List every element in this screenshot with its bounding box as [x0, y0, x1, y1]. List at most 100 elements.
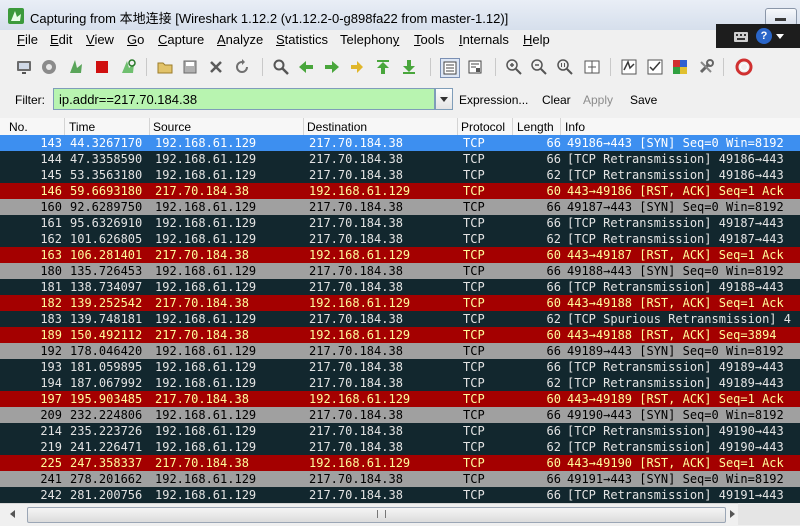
auto-scroll-icon[interactable]: [466, 58, 484, 76]
column-divider[interactable]: [303, 118, 304, 135]
packet-row[interactable]: 162 101.626805 192.168.61.129 217.70.184.38…: [0, 231, 800, 247]
menu-view[interactable]: View: [86, 32, 114, 47]
packet-row[interactable]: 189 150.492112 217.70.184.38 192.168.61.129…: [0, 327, 800, 343]
horizontal-scrollbar[interactable]: [0, 503, 800, 526]
go-forward-icon[interactable]: [323, 58, 341, 76]
zoom-out-icon[interactable]: [530, 58, 548, 76]
packet-row[interactable]: 197 195.903485 217.70.184.38 192.168.61.129…: [0, 391, 800, 407]
column-divider[interactable]: [64, 118, 65, 135]
open-file-icon[interactable]: [156, 58, 174, 76]
menu-go[interactable]: Go: [127, 32, 144, 47]
cell-info: 443→49190 [RST, ACK] Seq=1 Ack: [567, 456, 784, 470]
cell-time: 181.059895: [70, 360, 143, 374]
packet-row[interactable]: 193 181.059895 192.168.61.129 217.70.184.38…: [0, 359, 800, 375]
column-divider[interactable]: [149, 118, 150, 135]
menu-capture[interactable]: Capture: [158, 32, 204, 47]
packet-row[interactable]: 225 247.358337 217.70.184.38 192.168.61.129…: [0, 455, 800, 471]
cell-info: [TCP Retransmission] 49187→443: [567, 232, 784, 246]
menu-telephony[interactable]: Telephony: [340, 32, 399, 47]
packet-row[interactable]: 183 139.748181 192.168.61.129 217.70.184.38…: [0, 311, 800, 327]
expression-button[interactable]: Expression...: [459, 93, 528, 107]
normal-size-icon[interactable]: [556, 58, 574, 76]
tray-dropdown-icon[interactable]: [776, 34, 784, 39]
cell-destination: 217.70.184.38: [309, 216, 403, 230]
column-header-length[interactable]: Length: [517, 120, 554, 134]
colorize-icon[interactable]: [440, 58, 460, 78]
cell-destination: 217.70.184.38: [309, 488, 403, 502]
preferences-icon[interactable]: [697, 58, 715, 76]
menu-help[interactable]: Help: [523, 32, 550, 47]
packet-row[interactable]: 182 139.252542 217.70.184.38 192.168.61.129…: [0, 295, 800, 311]
toolbar-separator: [430, 58, 431, 76]
column-divider[interactable]: [457, 118, 458, 135]
column-header-destination[interactable]: Destination: [307, 120, 367, 134]
cell-info: [TCP Retransmission] 49191→443: [567, 488, 784, 502]
save-file-icon[interactable]: [181, 58, 199, 76]
find-packet-icon[interactable]: [272, 58, 290, 76]
packet-row[interactable]: 145 53.3563180 192.168.61.129 217.70.184.38…: [0, 167, 800, 183]
go-to-packet-icon[interactable]: [348, 58, 366, 76]
options-icon[interactable]: [40, 58, 58, 76]
cell-source: 192.168.61.129: [155, 216, 257, 230]
packet-row[interactable]: 214 235.223726 192.168.61.129 217.70.184.38…: [0, 423, 800, 439]
column-header-info[interactable]: Info: [565, 120, 585, 134]
column-header-no[interactable]: No.: [9, 120, 28, 134]
packet-row[interactable]: 143 44.3267170 192.168.61.129 217.70.184.38…: [0, 135, 800, 151]
filter-bar: Filter: ip.addr==217.70.184.38 Expressio…: [0, 82, 800, 118]
toolbar-separator: [146, 58, 147, 76]
packet-row[interactable]: 192 178.046420 192.168.61.129 217.70.184.38…: [0, 343, 800, 359]
go-back-icon[interactable]: [297, 58, 315, 76]
column-header-source[interactable]: Source: [153, 120, 191, 134]
scroll-left-icon[interactable]: [10, 510, 15, 518]
packet-row[interactable]: 241 278.201662 192.168.61.129 217.70.184.38…: [0, 471, 800, 487]
menu-tools[interactable]: Tools: [414, 32, 444, 47]
cell-no: 242: [40, 488, 62, 502]
packet-row[interactable]: 160 92.6289750 192.168.61.129 217.70.184.38…: [0, 199, 800, 215]
go-last-icon[interactable]: [400, 58, 418, 76]
display-filter-input[interactable]: ip.addr==217.70.184.38: [53, 88, 435, 110]
cell-time: 139.748181: [70, 312, 143, 326]
scroll-right-icon[interactable]: [730, 510, 735, 518]
help-tray-button[interactable]: ?: [756, 28, 772, 44]
packet-row[interactable]: 219 241.226471 192.168.61.129 217.70.184.38…: [0, 439, 800, 455]
column-divider[interactable]: [560, 118, 561, 135]
cell-info: 49186→443 [SYN] Seq=0 Win=8192: [567, 136, 784, 150]
packet-row[interactable]: 161 95.6326910 192.168.61.129 217.70.184.38…: [0, 215, 800, 231]
cell-info: [TCP Retransmission] 49186→443: [567, 152, 784, 166]
packet-row[interactable]: 144 47.3358590 192.168.61.129 217.70.184.38…: [0, 151, 800, 167]
save-filter-button[interactable]: Save: [630, 93, 657, 107]
packet-row[interactable]: 163 106.281401 217.70.184.38 192.168.61.129…: [0, 247, 800, 263]
apply-filter-button[interactable]: Apply: [583, 93, 613, 107]
capture-filters-icon[interactable]: [620, 58, 638, 76]
menu-statistics[interactable]: Statistics: [276, 32, 328, 47]
packet-row[interactable]: 194 187.067992 192.168.61.129 217.70.184.38…: [0, 375, 800, 391]
column-header-time[interactable]: Time: [69, 120, 95, 134]
packet-row[interactable]: 181 138.734097 192.168.61.129 217.70.184.38…: [0, 279, 800, 295]
resize-columns-icon[interactable]: [583, 58, 601, 76]
column-divider[interactable]: [512, 118, 513, 135]
restart-capture-icon[interactable]: [119, 58, 137, 76]
cell-protocol: TCP: [463, 424, 485, 438]
coloring-rules-icon[interactable]: [671, 58, 689, 76]
menu-edit[interactable]: Edit: [50, 32, 72, 47]
cell-no: 180: [40, 264, 62, 278]
packet-row[interactable]: 146 59.6693180 217.70.184.38 192.168.61.129…: [0, 183, 800, 199]
filter-history-dropdown[interactable]: [435, 88, 453, 110]
reload-icon[interactable]: [233, 58, 251, 76]
close-file-icon[interactable]: [207, 58, 225, 76]
clear-filter-button[interactable]: Clear: [542, 93, 571, 107]
packet-row[interactable]: 180 135.726453 192.168.61.129 217.70.184.38…: [0, 263, 800, 279]
interfaces-icon[interactable]: [15, 58, 33, 76]
go-first-icon[interactable]: [374, 58, 392, 76]
column-header-protocol[interactable]: Protocol: [461, 120, 505, 134]
display-filters-icon[interactable]: [646, 58, 664, 76]
help-icon[interactable]: [735, 58, 753, 76]
packet-row[interactable]: 209 232.224806 192.168.61.129 217.70.184.38…: [0, 407, 800, 423]
stop-capture-icon[interactable]: [93, 58, 111, 76]
packet-row[interactable]: 242 281.200756 192.168.61.129 217.70.184.38…: [0, 487, 800, 503]
start-capture-icon[interactable]: [67, 58, 85, 76]
zoom-in-icon[interactable]: [505, 58, 523, 76]
menu-internals[interactable]: Internals: [459, 32, 509, 47]
menu-file[interactable]: File: [17, 32, 38, 47]
menu-analyze[interactable]: Analyze: [217, 32, 263, 47]
